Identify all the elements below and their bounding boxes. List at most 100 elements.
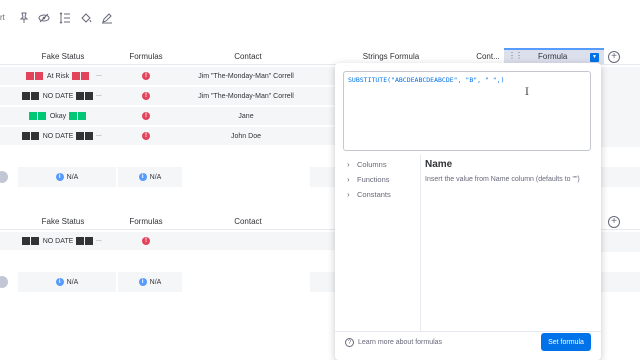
status-color-block — [30, 92, 39, 100]
table-row[interactable]: Okay ! Jane — [0, 107, 336, 126]
help-icon: ? — [345, 338, 354, 347]
summary-formulas[interactable]: i N/A — [118, 272, 182, 292]
status-color-block — [85, 92, 94, 100]
formula-expression: SUBSTITUTE("ABCDEABCDEABCDE", "B", " ",) — [348, 76, 505, 84]
status-color-block — [85, 132, 94, 140]
summary-formulas[interactable]: i N/A — [118, 167, 182, 187]
ellipsis: ... — [96, 71, 102, 78]
column-header-contact[interactable]: Contact — [230, 52, 266, 61]
column-header-contact[interactable]: Contact — [230, 217, 266, 226]
status-cell[interactable]: NO DATE — [18, 127, 98, 145]
group1-summary-row: i N/A i N/A — [0, 167, 336, 187]
nav-item-constants[interactable]: › Constants — [345, 187, 421, 202]
formula-input[interactable]: SUBSTITUTE("ABCDEABCDEABCDE", "B", " ",)… — [343, 71, 591, 151]
column-header-fake-status[interactable]: Fake Status — [40, 217, 86, 226]
pin-icon[interactable] — [18, 12, 30, 24]
ellipsis: ... — [96, 91, 102, 98]
table-row[interactable]: NO DATE ... ! John Doe — [0, 127, 336, 146]
panel-divider — [420, 155, 421, 331]
formula-cell[interactable]: ! — [126, 127, 166, 145]
column-header-formulas[interactable]: Formulas — [126, 52, 166, 61]
status-color-block — [28, 112, 37, 120]
add-item-row[interactable] — [0, 147, 336, 166]
row-height-icon[interactable] — [59, 12, 71, 24]
nav-item-label: Columns — [357, 160, 387, 169]
add-column-icon[interactable]: + — [608, 216, 620, 228]
status-cell[interactable]: Okay — [18, 107, 98, 125]
status-color-block — [21, 237, 30, 245]
edit-icon[interactable] — [101, 12, 113, 24]
contact-cell[interactable]: John Doe — [184, 127, 308, 145]
learn-more-label: Learn more about formulas — [358, 339, 443, 346]
toolbar-partial-label[interactable]: rt — [0, 13, 5, 22]
column-header-formulas[interactable]: Formulas — [126, 217, 166, 226]
set-formula-button[interactable]: Set formula — [541, 333, 591, 351]
status-color-block — [34, 72, 43, 80]
learn-more-link[interactable]: ? Learn more about formulas — [345, 338, 442, 347]
error-icon: ! — [142, 72, 150, 80]
column-header-fake-status[interactable]: Fake Status — [40, 52, 86, 61]
status-color-block — [76, 237, 85, 245]
summary-empty — [310, 167, 336, 187]
status-label: NO DATE — [42, 132, 74, 140]
eye-off-icon[interactable] — [38, 12, 50, 24]
paint-bucket-icon[interactable] — [80, 12, 92, 24]
summary-value: N/A — [149, 278, 162, 286]
error-icon: ! — [142, 92, 150, 100]
nav-item-label: Constants — [357, 190, 391, 199]
status-color-block — [21, 132, 30, 140]
formula-cell[interactable]: ! — [126, 87, 166, 105]
contact-cell[interactable]: Jim "The-Monday-Man" Correll — [184, 67, 308, 85]
error-icon: ! — [142, 112, 150, 120]
status-color-block — [21, 92, 30, 100]
contact-cell[interactable]: Jim "The-Monday-Man" Correll — [184, 87, 308, 105]
summary-fake-status[interactable]: i N/A — [18, 167, 116, 187]
right-column-strip — [600, 67, 640, 147]
nav-item-functions[interactable]: › Functions — [345, 172, 421, 187]
status-color-block — [85, 237, 94, 245]
add-column-icon[interactable]: + — [608, 51, 620, 63]
status-cell[interactable]: NO DATE — [18, 87, 98, 105]
status-color-block — [69, 112, 78, 120]
status-label: NO DATE — [42, 92, 74, 100]
group-collapse-circle[interactable] — [0, 276, 8, 288]
contact-cell[interactable] — [184, 232, 308, 250]
formula-cell[interactable]: ! — [126, 67, 166, 85]
nav-item-columns[interactable]: › Columns — [345, 157, 421, 172]
status-cell[interactable]: At Risk — [18, 67, 98, 85]
text-cursor-icon: I — [525, 87, 529, 98]
table-row[interactable]: At Risk ... ! Jim "The-Monday-Man" Corre… — [0, 67, 336, 86]
status-color-block — [25, 72, 34, 80]
status-cell[interactable]: NO DATE — [18, 232, 98, 250]
formula-cell[interactable]: ! — [126, 107, 166, 125]
chevron-right-icon: › — [347, 160, 350, 169]
column-header-strings-formula[interactable]: Strings Formula — [358, 52, 424, 61]
column-header-formula[interactable]: ⋮⋮ Formula ▼ — [504, 48, 604, 64]
contact-cell[interactable]: Jane — [184, 107, 308, 125]
column-header-contact-short[interactable]: Cont... — [474, 52, 502, 61]
info-icon: i — [138, 278, 147, 286]
add-item-row[interactable] — [0, 252, 336, 271]
panel-footer-divider — [335, 331, 601, 332]
summary-fake-status[interactable]: i N/A — [18, 272, 116, 292]
status-color-block — [30, 132, 39, 140]
status-color-block — [78, 112, 87, 120]
description-title: Name — [425, 159, 453, 170]
ellipsis: ... — [96, 236, 102, 243]
status-color-block — [37, 112, 46, 120]
drag-handle-icon[interactable]: ⋮⋮ — [508, 51, 523, 60]
table-row[interactable]: NO DATE ... ! Jim "The-Monday-Man" Corre… — [0, 87, 336, 106]
summary-value: N/A — [149, 173, 162, 181]
status-color-block — [30, 237, 39, 245]
status-color-block — [81, 72, 90, 80]
formula-editor-panel: SUBSTITUTE("ABCDEABCDEABCDE", "B", " ",)… — [335, 63, 601, 360]
chevron-down-icon[interactable]: ▼ — [590, 53, 599, 62]
info-icon: i — [55, 278, 64, 286]
ellipsis: ... — [96, 131, 102, 138]
group-collapse-circle[interactable] — [0, 171, 8, 183]
right-column-strip — [600, 272, 640, 292]
info-icon: i — [55, 173, 64, 181]
formula-cell[interactable]: ! — [126, 232, 166, 250]
table-row[interactable]: NO DATE ... ! — [0, 232, 336, 251]
summary-value: N/A — [66, 173, 79, 181]
